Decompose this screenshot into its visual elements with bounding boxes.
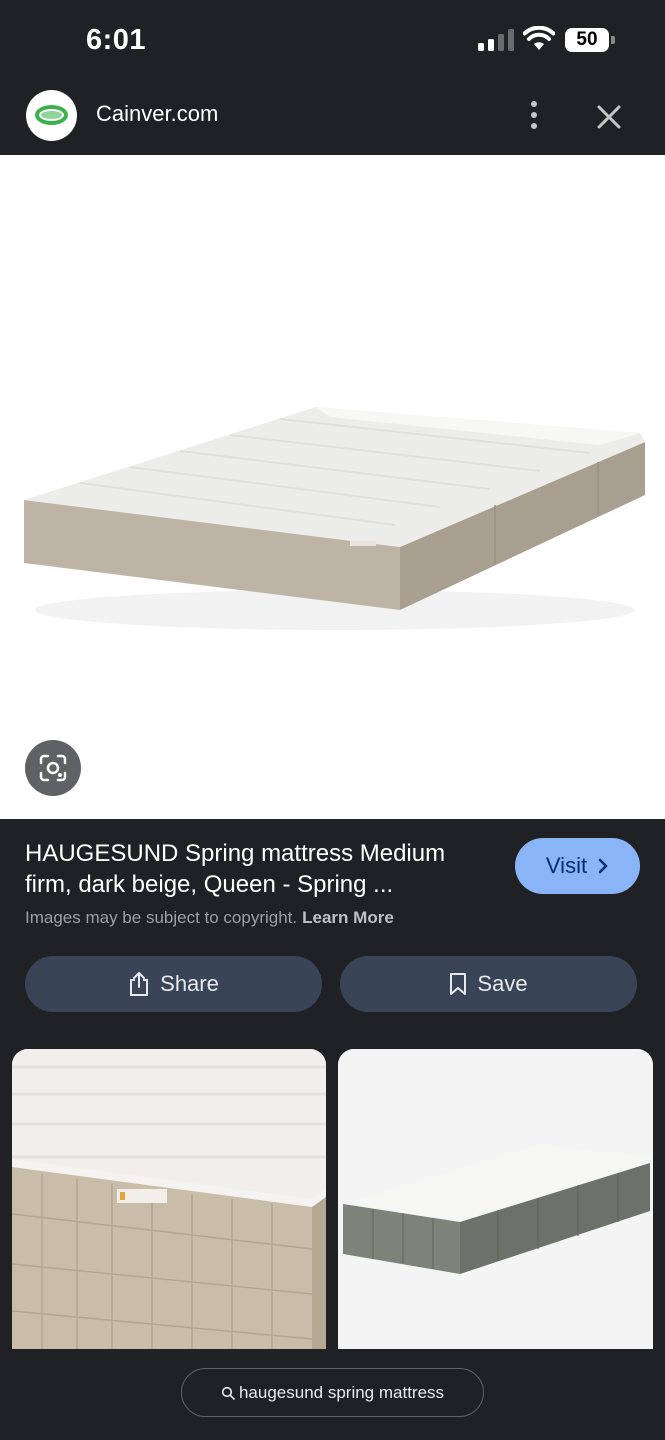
signal-icon (478, 29, 514, 51)
search-chip-text: haugesund spring mattress (238, 1382, 445, 1402)
search-chip[interactable]: haugesund spring mattress (181, 1368, 484, 1417)
mattress-gray-image (338, 1049, 653, 1349)
copyright-text: Images may be subject to copyright. (25, 908, 298, 927)
visit-label: Visit (545, 853, 588, 878)
chevron-right-icon (598, 858, 608, 874)
visit-button[interactable]: Visit (515, 838, 640, 894)
battery-level: 50 (576, 29, 598, 50)
share-icon (130, 971, 149, 996)
status-time: 6:01 (86, 24, 147, 56)
mattress-corner-image (12, 1049, 326, 1349)
battery-tip (611, 36, 615, 44)
related-image-1[interactable] (12, 1049, 326, 1349)
main-image[interactable] (0, 155, 665, 819)
site-name[interactable]: Cainver.com (96, 101, 218, 127)
header: Cainver.com (0, 80, 665, 155)
save-label: Save (477, 971, 528, 996)
mattress-image (24, 407, 645, 630)
share-button[interactable]: Share (25, 956, 322, 1012)
bookmark-icon (450, 973, 467, 995)
copyright-notice: Images may be subject to copyright. Learn… (25, 908, 394, 928)
page: 6:01 50 Cainver.com HAUGESUND Spring mat… (0, 0, 665, 1440)
save-button[interactable]: Save (340, 956, 637, 1012)
search-icon (221, 1386, 235, 1400)
logo-ring-inner (41, 111, 62, 119)
share-label: Share (160, 971, 219, 996)
related-image-2[interactable] (338, 1049, 653, 1349)
site-logo[interactable] (26, 90, 77, 141)
battery-icon: 50 (565, 28, 615, 52)
wifi-icon (523, 26, 555, 50)
status-bar: 6:01 50 (0, 0, 665, 80)
learn-more-link[interactable]: Learn More (302, 908, 394, 927)
result-title[interactable]: HAUGESUND Spring mattress Medium firm, d… (25, 838, 495, 900)
more-vert-icon[interactable] (519, 98, 549, 132)
lens-button[interactable] (25, 740, 81, 796)
lens-icon (39, 754, 67, 782)
close-icon[interactable] (592, 100, 626, 134)
